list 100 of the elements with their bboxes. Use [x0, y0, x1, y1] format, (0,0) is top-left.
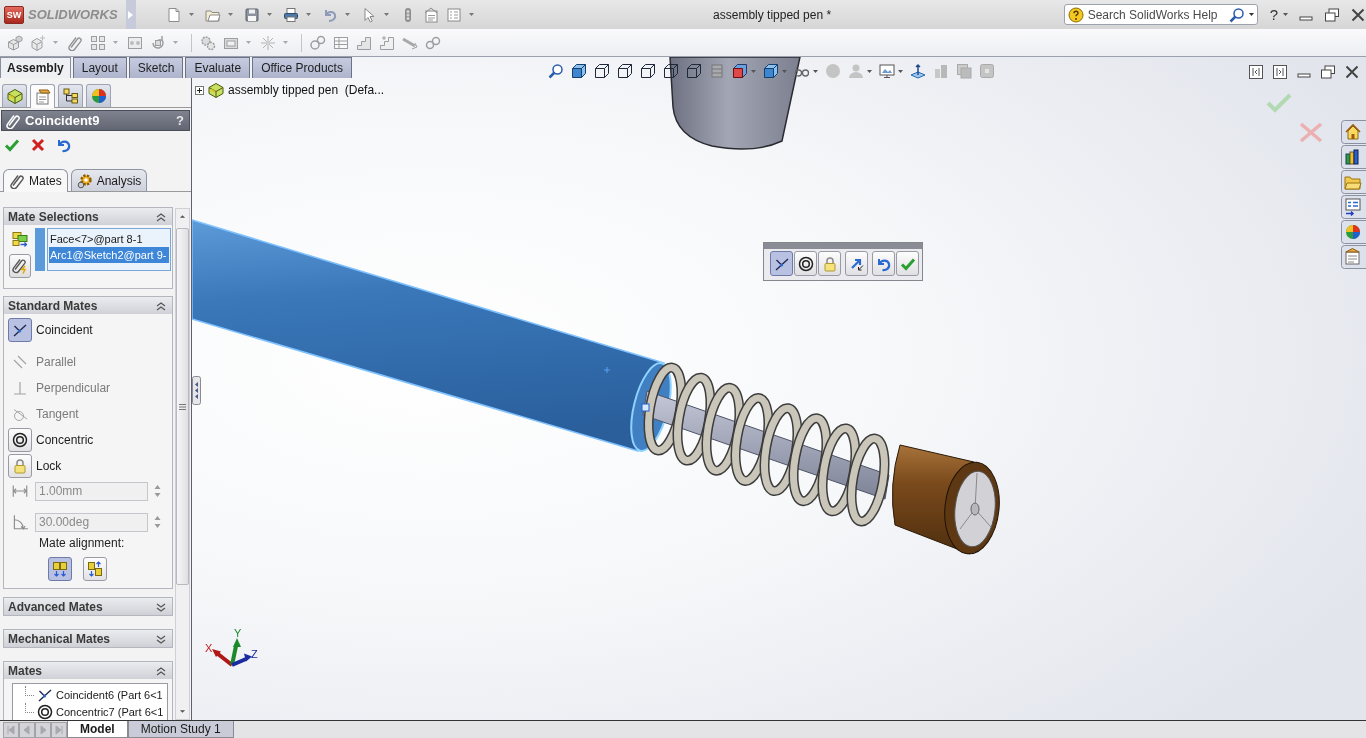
- logo-mark: SW: [4, 5, 24, 24]
- axis-icon[interactable]: [910, 63, 926, 79]
- spinner-icon[interactable]: [153, 483, 162, 499]
- help-button[interactable]: ?: [176, 113, 184, 128]
- manager-tab[interactable]: [58, 84, 83, 107]
- check-icon[interactable]: [1266, 92, 1292, 113]
- gear-icon: [76, 172, 93, 189]
- restore-icon[interactable]: [1324, 6, 1340, 23]
- tree-icon: [62, 88, 79, 104]
- manager-tab[interactable]: [2, 84, 27, 107]
- group-header[interactable]: Mates: [4, 662, 172, 679]
- monitor-icon[interactable]: [879, 63, 895, 79]
- caret-icon[interactable]: [1248, 13, 1254, 16]
- mate-type-button[interactable]: [8, 318, 32, 342]
- search-icon[interactable]: [1228, 6, 1245, 23]
- group-header[interactable]: Mechanical Mates: [4, 630, 172, 647]
- magnifier-icon[interactable]: [548, 63, 564, 79]
- mate-type-button[interactable]: [770, 251, 793, 276]
- split-view-icon[interactable]: [1272, 64, 1288, 80]
- skip-start-icon[interactable]: [3, 721, 19, 738]
- document-icon[interactable]: [1341, 245, 1366, 269]
- mate-list-item[interactable]: Concentric7 (Part 6<1: [25, 703, 167, 720]
- overlapping-squares-icon[interactable]: [956, 63, 972, 79]
- blocks-icon[interactable]: [933, 63, 949, 79]
- printer-icon[interactable]: [282, 6, 299, 23]
- document-icon[interactable]: [422, 6, 439, 23]
- mate-alignment-label: Mate alignment:: [38, 535, 126, 551]
- concentric-circles-icon: [797, 255, 814, 272]
- skip-end-icon[interactable]: [51, 721, 67, 738]
- scrollbar-track[interactable]: [175, 208, 190, 720]
- command-tab[interactable]: Sketch: [128, 57, 184, 78]
- undo-button[interactable]: [872, 251, 895, 276]
- spinner-icon[interactable]: [153, 514, 162, 530]
- square-icon[interactable]: [979, 63, 995, 79]
- padlock-icon: [12, 458, 28, 474]
- bottom-tab[interactable]: Motion Study 1: [127, 721, 234, 738]
- caret-icon[interactable]: [867, 69, 872, 73]
- alignment-button[interactable]: [48, 557, 72, 581]
- split-view-icon[interactable]: [1248, 64, 1264, 80]
- mate-type-button[interactable]: [8, 428, 32, 452]
- manager-tab[interactable]: [30, 84, 55, 108]
- wireframe-cube-icon[interactable]: [594, 63, 610, 79]
- alignment-button[interactable]: [83, 557, 107, 581]
- restore-icon[interactable]: [1320, 64, 1336, 80]
- caret-icon[interactable]: [813, 69, 818, 73]
- axis-label: Y: [234, 627, 242, 639]
- intersecting-lines-icon: [773, 255, 790, 272]
- group-header[interactable]: Mate Selections: [4, 208, 172, 225]
- mate-list-item[interactable]: Coincident6 (Part 6<1: [25, 686, 167, 703]
- books-icon[interactable]: [1341, 145, 1366, 169]
- property-tab[interactable]: Mates: [3, 169, 68, 192]
- search-field[interactable]: Search SolidWorks Help: [1063, 4, 1258, 25]
- selection-item[interactable]: Arc1@Sketch2@part 9-: [49, 247, 169, 263]
- triangle-right-icon[interactable]: [35, 721, 51, 738]
- help-button[interactable]: ?: [1269, 6, 1278, 23]
- panel-toggle-icon[interactable]: [192, 376, 201, 405]
- intersecting-lines-icon: [12, 322, 28, 338]
- home-icon[interactable]: [1341, 120, 1366, 144]
- section-cube-icon[interactable]: [732, 63, 748, 79]
- list-icon[interactable]: [445, 6, 462, 23]
- command-tab[interactable]: Layout: [72, 57, 127, 78]
- spring-on-rod[interactable]: [642, 362, 890, 527]
- scrollbar-thumb[interactable]: [176, 228, 189, 585]
- list-arrow-icon[interactable]: [1341, 195, 1366, 219]
- selection-item[interactable]: Face<7>@part 8-1: [49, 231, 169, 247]
- tube[interactable]: [192, 219, 672, 452]
- pin-button[interactable]: [9, 254, 31, 278]
- wireframe-cube-icon[interactable]: [617, 63, 633, 79]
- expand-icon[interactable]: [195, 85, 204, 95]
- bottom-tab[interactable]: Model: [67, 721, 128, 738]
- cube-icon[interactable]: [571, 63, 587, 79]
- command-tab[interactable]: Office Products: [252, 57, 352, 78]
- wireframe-cube-icon[interactable]: [663, 63, 679, 79]
- command-tab[interactable]: Assembly: [0, 57, 71, 78]
- wireframe-cube-icon[interactable]: [640, 63, 656, 79]
- manager-tab[interactable]: [86, 84, 111, 107]
- command-tab[interactable]: Evaluate: [185, 57, 251, 78]
- concentric-circles-icon: [12, 432, 28, 448]
- end-cap[interactable]: [891, 444, 1000, 555]
- caret-icon[interactable]: [1283, 13, 1288, 16]
- caret-icon[interactable]: [898, 69, 903, 73]
- close-icon[interactable]: [1350, 6, 1366, 23]
- close-icon[interactable]: [30, 136, 46, 153]
- mate-type-button[interactable]: [794, 251, 817, 276]
- group-header[interactable]: Standard Mates: [4, 297, 172, 314]
- property-tab[interactable]: Analysis: [70, 169, 148, 191]
- cube-icon[interactable]: [763, 63, 779, 79]
- page-icon[interactable]: [165, 6, 182, 23]
- triangle-icon: [128, 10, 134, 19]
- axis-label: Z: [251, 648, 258, 660]
- ok-button[interactable]: [896, 251, 919, 276]
- app-brand: SOLIDWORKS: [28, 7, 118, 22]
- pen-cap[interactable]: [669, 57, 801, 150]
- close-icon[interactable]: [1344, 64, 1360, 80]
- group-header[interactable]: Advanced Mates: [4, 598, 172, 615]
- flip-button[interactable]: [845, 251, 868, 276]
- tree-item[interactable]: assembly tipped pen (Defa...: [228, 83, 385, 97]
- y-axis-arrow: [230, 638, 241, 666]
- stacked-boxes-icon: [12, 231, 28, 247]
- triangle-left-icon[interactable]: [19, 721, 35, 738]
